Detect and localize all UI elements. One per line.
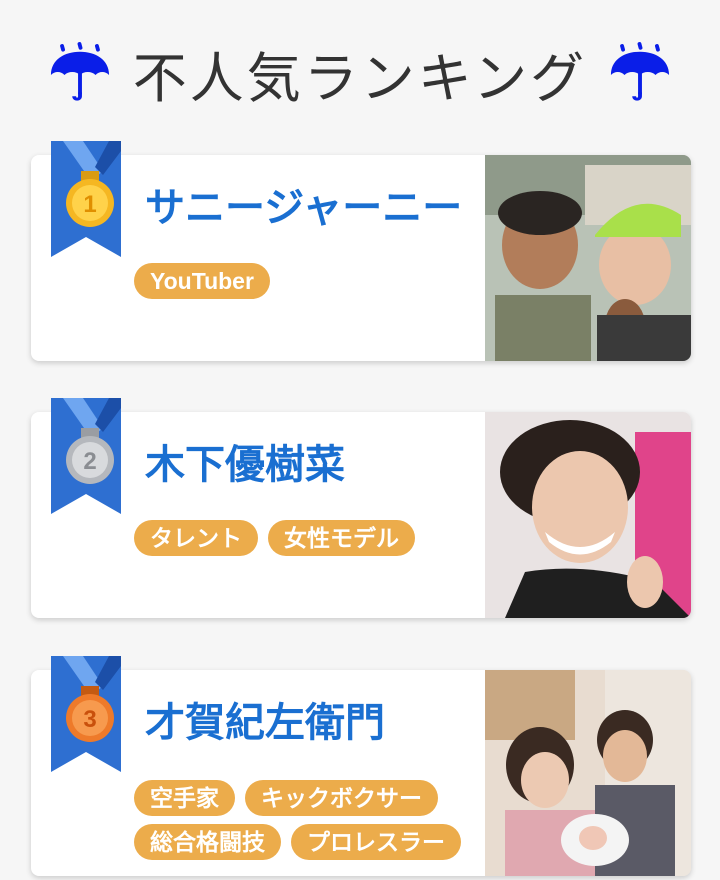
person-name[interactable]: 木下優樹菜 bbox=[145, 432, 485, 490]
tag[interactable]: 女性モデル bbox=[268, 520, 415, 556]
tag-list: 空手家 キックボクサー 総合格闘技 プロレスラー bbox=[134, 780, 494, 860]
person-photo[interactable] bbox=[485, 155, 691, 361]
person-photo[interactable] bbox=[485, 412, 691, 618]
silver-medal-icon: 2 bbox=[51, 398, 129, 516]
tag[interactable]: 空手家 bbox=[134, 780, 235, 816]
tag[interactable]: 総合格闘技 bbox=[134, 824, 281, 860]
bronze-medal-icon: 3 bbox=[51, 656, 129, 774]
person-name[interactable]: 才賀紀左衛門 bbox=[145, 690, 485, 748]
umbrella-rain-icon bbox=[609, 42, 671, 104]
tag[interactable]: YouTuber bbox=[134, 263, 270, 299]
tag[interactable]: タレント bbox=[134, 520, 258, 556]
ranking-card-3[interactable]: 3 才賀紀左衛門 空手家 キックボクサー 総合格闘技 プロレスラー bbox=[31, 656, 691, 876]
page-header: 不人気ランキング bbox=[0, 28, 720, 118]
ranking-card-2[interactable]: 2 木下優樹菜 タレント 女性モデル bbox=[31, 398, 691, 618]
gold-medal-icon: 1 bbox=[51, 141, 129, 259]
tag-list: タレント 女性モデル bbox=[134, 520, 494, 556]
page-title: 不人気ランキング bbox=[132, 46, 588, 110]
person-photo[interactable] bbox=[485, 670, 691, 876]
medal-rank-text: 2 bbox=[83, 448, 96, 475]
tag[interactable]: キックボクサー bbox=[245, 780, 438, 816]
person-name[interactable]: サニージャーニー bbox=[145, 175, 485, 233]
tag-list: YouTuber bbox=[134, 263, 494, 299]
medal-rank-text: 3 bbox=[83, 706, 96, 733]
umbrella-rain-icon bbox=[49, 42, 111, 104]
ranking-card-1[interactable]: 1 サニージャーニー YouTuber bbox=[31, 141, 691, 361]
tag[interactable]: プロレスラー bbox=[291, 824, 461, 860]
medal-rank-text: 1 bbox=[83, 191, 96, 218]
